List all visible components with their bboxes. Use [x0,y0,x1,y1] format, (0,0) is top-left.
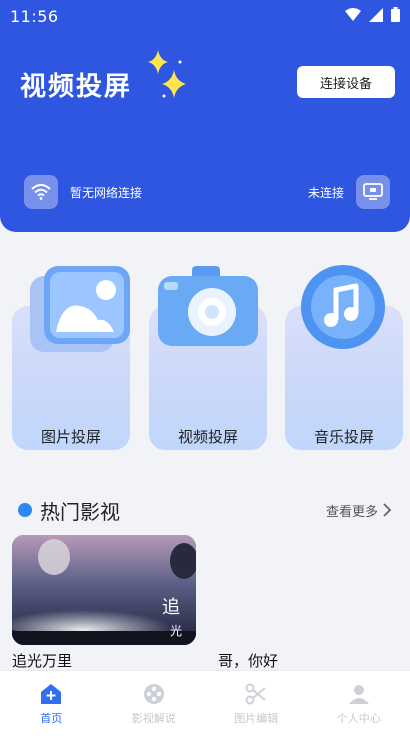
movie-title[interactable]: 追光万里 [12,650,72,671]
nav-label: 个人中心 [336,711,381,725]
hot-section-header: 热门影视 查看更多 [18,496,392,524]
status-bar: 11:56 [0,0,410,32]
connection-status-text: 未连接 [307,185,344,200]
cast-screen-icon[interactable] [356,175,390,209]
nav-item-film-commentary[interactable]: 影视解说 [103,671,206,736]
section-dot [18,503,32,517]
header-banner: 11:56 视频投屏 连接设备 暂无网络连接 未连接 [0,0,410,232]
user-icon [347,682,371,706]
movie-poster[interactable]: 追 光 [12,535,196,645]
see-more-link[interactable]: 查看更多 [326,501,392,520]
wifi-signal-icon [345,7,361,26]
wifi-icon [24,175,58,209]
connect-device-button[interactable]: 连接设备 [297,66,395,98]
nav-label: 首页 [40,711,63,725]
sparkle-icon [148,50,186,98]
cell-signal-icon [369,7,383,26]
battery-icon [391,6,400,26]
network-status-text: 暂无网络连接 [70,185,143,200]
nav-label: 图片编辑 [234,711,279,725]
svg-text:追: 追 [162,597,180,618]
page-title: 视频投屏 [20,72,133,102]
card-label: 音乐投屏 [313,428,374,446]
card-label: 视频投屏 [177,428,238,446]
card-label: 图片投屏 [40,428,101,446]
section-title: 热门影视 [40,499,120,524]
nav-item-profile[interactable]: 个人中心 [308,671,410,736]
camera-icon [158,266,258,346]
nav-item-image-edit[interactable]: 图片编辑 [205,671,308,736]
image-icon [30,266,130,352]
feature-cards: 图片投屏 视频投屏 音乐投屏 [12,262,403,454]
movie-title[interactable]: 哥，你好 [218,650,278,671]
nav-label: 影视解说 [131,711,176,725]
nav-item-home[interactable]: 首页 [0,671,103,736]
music-icon [301,265,385,349]
network-status-row: 暂无网络连接 未连接 [24,175,390,209]
film-reel-icon [142,682,166,706]
see-more-label: 查看更多 [325,504,378,520]
scissors-icon [244,682,268,706]
chevron-right-icon [383,503,392,517]
status-time: 11:56 [10,6,59,26]
home-icon [39,682,63,706]
svg-text:光: 光 [170,624,182,638]
bottom-nav: 首页 影视解说 图片编辑 个人中心 [0,670,410,736]
